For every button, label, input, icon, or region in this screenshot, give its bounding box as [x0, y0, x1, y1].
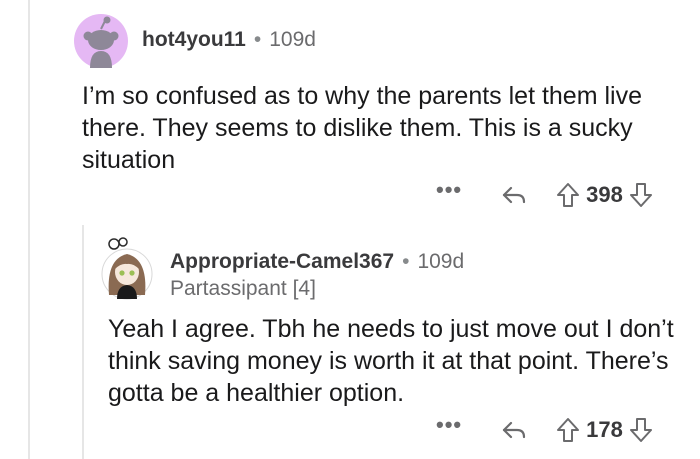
- username[interactable]: hot4you11: [142, 28, 246, 52]
- avatar[interactable]: [99, 237, 155, 301]
- comment-meta: Appropriate-Camel367 • 109d: [170, 250, 464, 274]
- downvote-button[interactable]: [629, 417, 653, 443]
- reply-icon: [503, 421, 526, 439]
- arrow-up-icon: [557, 183, 580, 207]
- reply-button[interactable]: [500, 418, 528, 442]
- comment-meta: hot4you11 • 109d: [142, 28, 316, 52]
- comment-2: Appropriate-Camel367 • 109d Partassipant…: [0, 225, 700, 459]
- username[interactable]: Appropriate-Camel367: [170, 250, 394, 274]
- meta-separator: •: [402, 250, 410, 273]
- comment-actions: ••• 398: [436, 179, 653, 210]
- vote-score: 178: [586, 417, 623, 442]
- arrow-up-icon: [557, 418, 580, 442]
- reply-icon: [503, 186, 526, 204]
- user-flair: Partassipant [4]: [170, 277, 316, 300]
- vote-score: 398: [586, 182, 623, 207]
- comment-actions: ••• 178: [436, 414, 653, 445]
- comment-body: Yeah I agree. Tbh he needs to just move …: [108, 315, 674, 407]
- comment-body: I’m so confused as to why the parents le…: [82, 82, 642, 174]
- girl-avatar-icon: [101, 237, 153, 300]
- more-options-button[interactable]: •••: [436, 414, 462, 436]
- reply-button[interactable]: [500, 183, 528, 207]
- avatar[interactable]: [74, 14, 128, 68]
- comment-age: 109d: [417, 250, 465, 273]
- comment-age: 109d: [269, 28, 316, 51]
- more-options-button[interactable]: •••: [436, 179, 462, 201]
- upvote-button[interactable]: [556, 182, 580, 208]
- meta-separator: •: [253, 28, 262, 51]
- comment-1: hot4you11 • 109d I’m so confused as to w…: [0, 0, 700, 220]
- arrow-down-icon: [629, 418, 652, 442]
- arrow-down-icon: [629, 183, 652, 207]
- snoo-silhouette-icon: [83, 16, 119, 68]
- downvote-button[interactable]: [629, 182, 653, 208]
- upvote-button[interactable]: [556, 417, 580, 443]
